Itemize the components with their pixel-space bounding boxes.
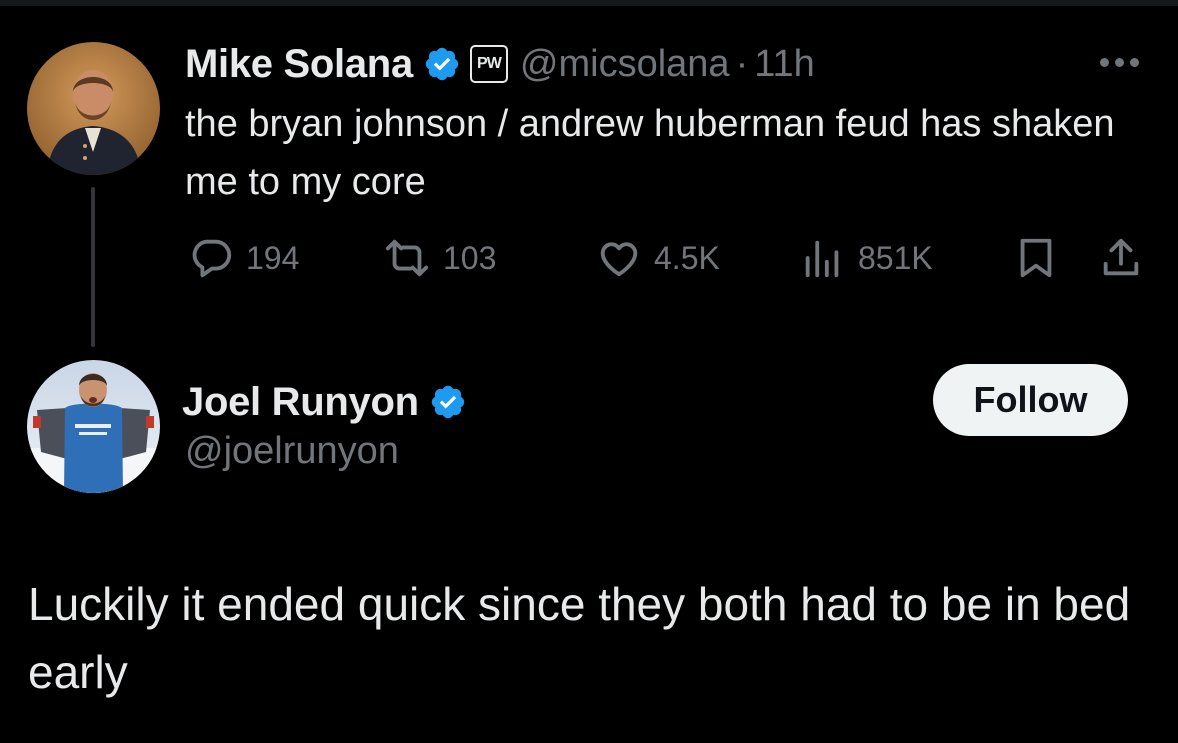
- retweet-icon: [383, 235, 431, 281]
- tweet-text: the bryan johnson / andrew huberman feud…: [185, 103, 1115, 203]
- like-icon: [596, 235, 642, 281]
- profile-photo-avatar-image: [27, 360, 160, 493]
- verified-icon[interactable]: [423, 45, 461, 83]
- reply-text: Luckily it ended quick since they both h…: [28, 578, 1131, 698]
- reply-count: 194: [246, 239, 300, 276]
- author-handle[interactable]: @micsolana: [520, 43, 730, 86]
- tweet-header: Mike Solana PW @micsolana · 11h: [185, 38, 815, 90]
- follow-button[interactable]: Follow: [933, 364, 1128, 436]
- reply-icon: [188, 235, 234, 281]
- reply-header: Joel Runyon: [182, 376, 467, 428]
- verified-icon[interactable]: [429, 383, 467, 421]
- views-icon: [800, 235, 846, 281]
- timestamp[interactable]: 11h: [754, 43, 815, 86]
- thread-connector-line: [91, 187, 95, 347]
- share-icon: [1098, 235, 1144, 281]
- retweet-count: 103: [443, 239, 497, 276]
- bookmark-icon: [1013, 235, 1059, 281]
- tweet-actions: 194 103 4.5K 851K: [188, 232, 1148, 284]
- separator-dot: ·: [735, 42, 749, 85]
- like-button[interactable]: 4.5K: [596, 232, 720, 284]
- avatar[interactable]: [27, 360, 160, 493]
- author-name[interactable]: Joel Runyon: [182, 380, 419, 425]
- more-icon[interactable]: [1100, 52, 1150, 72]
- author-handle[interactable]: @joelrunyon: [185, 430, 399, 473]
- top-edge-bar: [0, 0, 1178, 6]
- avatar[interactable]: [27, 42, 160, 175]
- views-count: 851K: [858, 239, 933, 276]
- bookmark-button[interactable]: [1013, 232, 1059, 284]
- portrait-avatar-image: [27, 42, 160, 175]
- views-button[interactable]: 851K: [800, 232, 933, 284]
- retweet-button[interactable]: 103: [383, 232, 496, 284]
- reply-button[interactable]: 194: [188, 232, 299, 284]
- share-button[interactable]: [1098, 232, 1144, 284]
- like-count: 4.5K: [654, 239, 720, 276]
- author-name[interactable]: Mike Solana: [185, 42, 413, 87]
- affiliation-badge[interactable]: PW: [469, 45, 508, 83]
